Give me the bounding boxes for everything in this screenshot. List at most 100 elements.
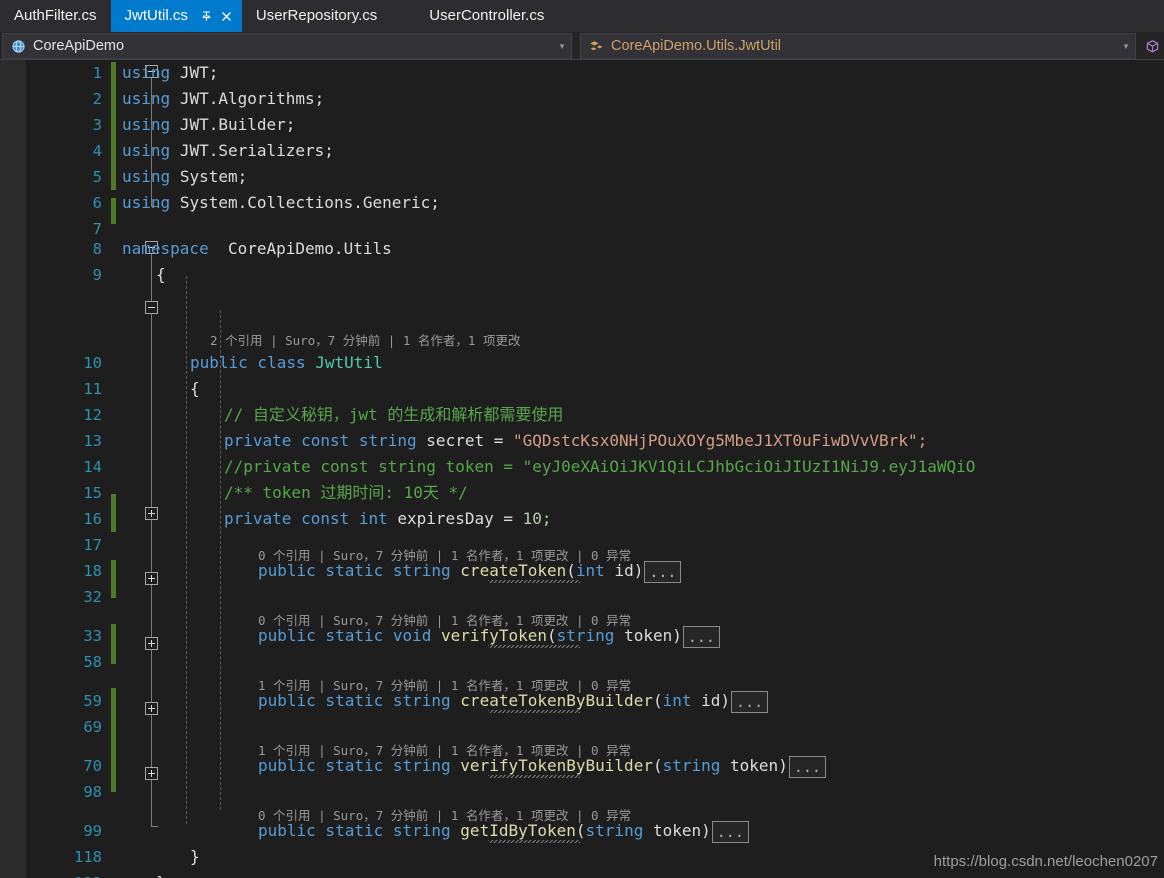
paren-open: ( <box>652 691 663 710</box>
line-number: 10 <box>83 354 102 372</box>
code-comment: // 自定义秘钥，jwt 的生成和解析都需要使用 <box>224 405 564 424</box>
method-modifiers: public static void <box>258 626 442 645</box>
method-name-createtokenbybuilder: createTokenByBuilder <box>460 691 653 710</box>
code-line[interactable]: 18 public static string createToken(int … <box>27 558 1164 584</box>
code-line[interactable]: 99 public static string getIdByToken(str… <box>27 818 1164 844</box>
field-name: secret = <box>426 431 513 450</box>
code-line[interactable]: 33 public static void verifyToken(string… <box>27 623 1164 649</box>
line-number: 9 <box>92 266 102 284</box>
class-name: JwtUtil <box>315 353 383 372</box>
code-line[interactable]: 98 <box>27 779 1164 805</box>
line-number: 15 <box>83 484 102 502</box>
line-number: 3 <box>92 116 102 134</box>
tab-label: UserController.cs <box>429 7 545 24</box>
codelens-class[interactable]: 2 个引用 | Suro，7 分钟前 | 1 名作者，1 项更改 <box>210 332 520 350</box>
code-text: using System.Collections.Generic; <box>122 190 440 216</box>
code-line[interactable]: 6 using System.Collections.Generic; <box>27 190 1164 216</box>
method-squiggle <box>488 710 580 713</box>
line-number: 6 <box>92 194 102 212</box>
code-text: using JWT; <box>122 60 218 86</box>
code-surface[interactable]: 1 using JWT; 2 using JWT.Algorithms; 3 u… <box>27 60 1164 878</box>
member-dropdown[interactable]: CoreApiDemo.Utils.JwtUtil ▾ <box>580 33 1136 59</box>
code-line[interactable]: 119 } <box>27 870 1164 878</box>
project-dropdown[interactable]: CoreApiDemo ▾ <box>2 33 572 59</box>
secret-string-literal: "GQDstcKsx0NHjPOuXOYg5MbeJ1XT0uFiwDVvVBr… <box>513 431 928 450</box>
chevron-down-icon[interactable]: ▾ <box>1117 41 1135 52</box>
code-text: private const int expiresDay = 10; <box>224 506 552 532</box>
line-number: 69 <box>83 718 102 736</box>
tab-jwtutil[interactable]: JwtUtil.cs <box>110 0 242 32</box>
paren-open: ( <box>566 561 576 580</box>
keyword-using: using <box>122 141 171 160</box>
code-line[interactable]: 32 <box>27 584 1164 610</box>
param-type: string <box>556 626 615 645</box>
namespace-name: CoreApiDemo.Utils <box>227 239 392 258</box>
code-line[interactable]: 2 using JWT.Algorithms; <box>27 86 1164 112</box>
collapsed-body-ellipsis[interactable]: ... <box>711 820 749 843</box>
line-number: 58 <box>83 653 102 671</box>
code-line[interactable]: 13 private const string secret = "GQDstc… <box>27 428 1164 454</box>
paren-close: ) <box>778 756 788 775</box>
code-line[interactable]: 1 using JWT; <box>27 60 1164 86</box>
code-line[interactable]: 3 using JWT.Builder; <box>27 112 1164 138</box>
selection-margin <box>0 60 27 878</box>
keyword-namespace: namespace <box>122 239 209 258</box>
code-line[interactable]: 5 using System; <box>27 164 1164 190</box>
tab-authfilter[interactable]: AuthFilter.cs <box>0 0 111 32</box>
pin-icon[interactable] <box>198 7 216 25</box>
code-text: using JWT.Serializers; <box>122 138 334 164</box>
code-line[interactable]: 14 //private const string token = "eyJ0e… <box>27 454 1164 480</box>
method-name-verifytoken: verifyToken <box>441 626 547 645</box>
line-number: 1 <box>92 64 102 82</box>
line-number: 118 <box>74 848 102 866</box>
method-squiggle <box>488 775 580 778</box>
code-line[interactable]: 15 /** token 过期时间: 10天 */ <box>27 480 1164 506</box>
code-line[interactable]: 16 private const int expiresDay = 10; <box>27 506 1164 532</box>
collapsed-body-ellipsis[interactable]: ... <box>788 755 826 778</box>
field-modifiers: private const int <box>224 509 398 528</box>
code-line[interactable]: 70 public static string verifyTokenByBui… <box>27 753 1164 779</box>
collapsed-body-ellipsis[interactable]: ... <box>644 560 682 583</box>
code-line[interactable]: 9 { <box>27 262 1164 288</box>
namespace-ref: JWT; <box>179 63 219 82</box>
code-text: using JWT.Algorithms; <box>122 86 324 112</box>
method-squiggle <box>488 580 580 583</box>
code-text: } <box>156 870 166 878</box>
code-line[interactable]: 11 { <box>27 376 1164 402</box>
code-line[interactable]: 10 public class JwtUtil <box>27 350 1164 376</box>
chevron-down-icon[interactable]: ▾ <box>553 41 571 52</box>
code-editor[interactable]: 1 using JWT; 2 using JWT.Algorithms; 3 u… <box>0 60 1164 878</box>
namespace-ref: System.Collections.Generic; <box>179 193 440 212</box>
namespace-ref: JWT.Serializers; <box>179 141 334 160</box>
paren-open: ( <box>652 756 663 775</box>
code-line[interactable]: 58 <box>27 649 1164 675</box>
tab-usercontroller[interactable]: UserController.cs <box>391 0 559 32</box>
code-line[interactable]: 118 } <box>27 844 1164 870</box>
tab-userrepository[interactable]: UserRepository.cs <box>241 0 392 32</box>
line-number: 11 <box>83 380 102 398</box>
code-line[interactable]: 59 public static string createTokenByBui… <box>27 688 1164 714</box>
code-line[interactable]: 12 // 自定义秘钥，jwt 的生成和解析都需要使用 <box>27 402 1164 428</box>
code-line[interactable]: 69 <box>27 714 1164 740</box>
code-text: using JWT.Builder; <box>122 112 295 138</box>
line-number: 12 <box>83 406 102 424</box>
code-text: using System; <box>122 164 247 190</box>
line-number: 70 <box>83 757 102 775</box>
collapsed-body-ellipsis[interactable]: ... <box>682 625 720 648</box>
method-modifiers: public static string <box>258 691 461 710</box>
collapsed-body-ellipsis[interactable]: ... <box>731 690 769 713</box>
fold-toggle-class[interactable] <box>145 301 158 314</box>
field-modifiers: private const string <box>224 431 427 450</box>
class-members-icon <box>585 39 607 54</box>
tab-label: JwtUtil.cs <box>124 7 188 24</box>
close-icon[interactable] <box>218 7 236 25</box>
paren-open: ( <box>575 821 586 840</box>
code-line[interactable]: 8 namespace CoreApiDemo.Utils <box>27 236 1164 262</box>
method-modifiers: public static string <box>258 561 461 580</box>
code-line[interactable]: 4 using JWT.Serializers; <box>27 138 1164 164</box>
line-number: 32 <box>83 588 102 606</box>
code-text: { <box>190 379 200 398</box>
code-comment: //private const string token = "eyJ0eXAi… <box>224 457 976 476</box>
line-number: 2 <box>92 90 102 108</box>
cube-icon[interactable] <box>1140 33 1164 59</box>
